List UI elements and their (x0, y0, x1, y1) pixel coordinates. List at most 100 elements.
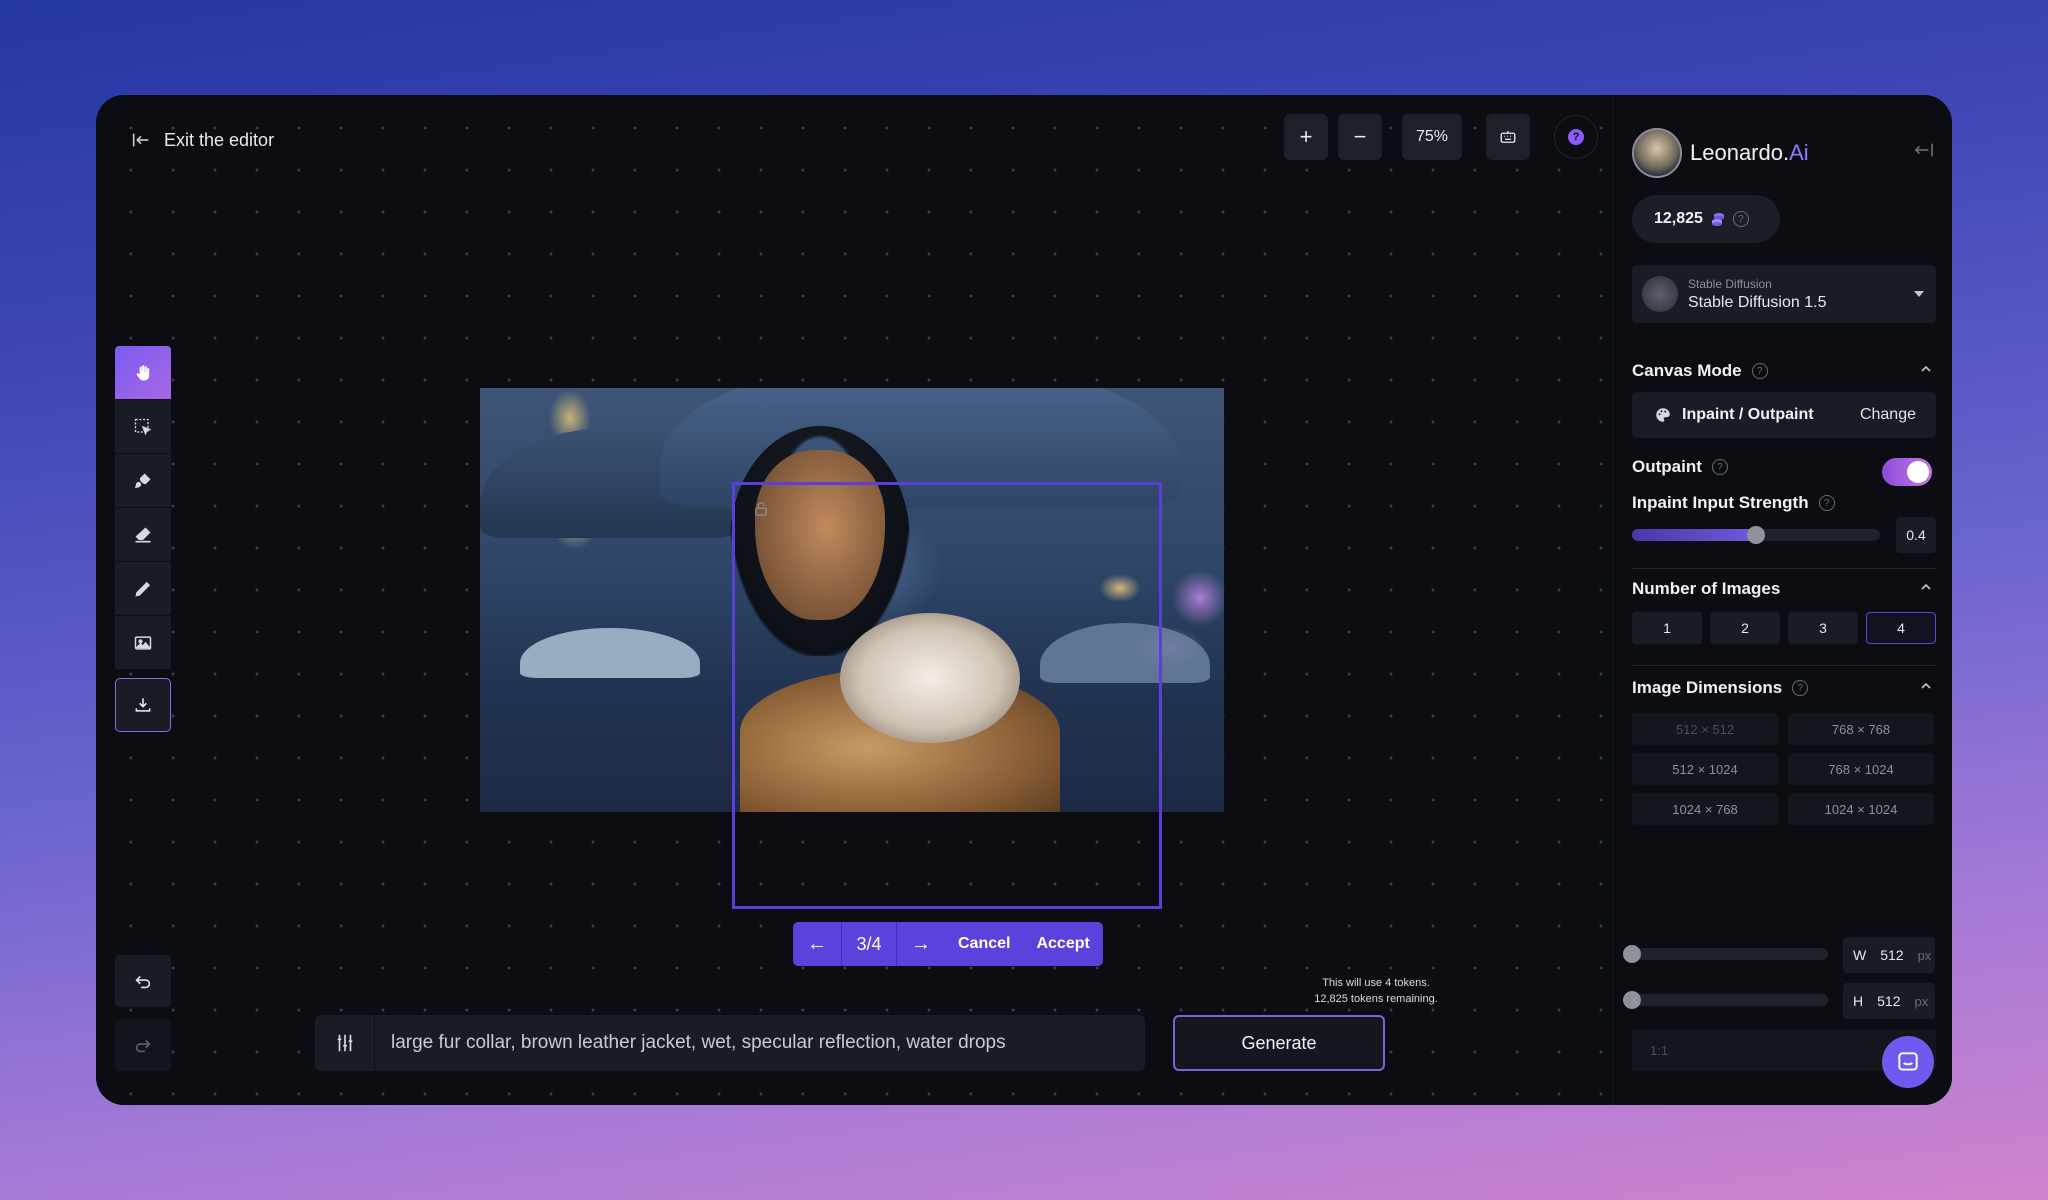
settings-sidebar: Leonardo.Ai 12,825 ? Stable Diffusion St… (1612, 95, 1952, 1105)
cancel-button[interactable]: Cancel (945, 935, 1023, 953)
outpaint-toggle[interactable] (1882, 458, 1932, 486)
height-unit: px (1914, 993, 1929, 1009)
arrow-left-icon: ← (807, 932, 827, 955)
redo-icon (135, 1039, 151, 1053)
eraser-icon (135, 527, 151, 542)
brand-name-suffix: Ai (1789, 140, 1809, 165)
num-images-option[interactable]: 3 (1788, 612, 1858, 644)
help-button[interactable]: ? (1554, 115, 1598, 159)
brand: Leonardo.Ai (1632, 128, 1809, 178)
num-images-heading: Number of Images (1632, 579, 1780, 599)
result-position: 3/4 (841, 922, 897, 966)
strength-help-icon[interactable]: ? (1818, 495, 1835, 511)
change-mode-button[interactable]: Change (1860, 406, 1916, 424)
generate-button[interactable]: Generate (1173, 1015, 1385, 1071)
dimensions-help-icon[interactable]: ? (1792, 680, 1809, 696)
download-tool-button[interactable] (115, 678, 171, 732)
redo-button[interactable] (115, 1019, 171, 1071)
token-balance[interactable]: 12,825 ? (1632, 195, 1780, 243)
hand-tool-button[interactable] (115, 346, 171, 400)
num-images-option[interactable]: 1 (1632, 612, 1702, 644)
pencil-tool-button[interactable] (115, 562, 171, 616)
chat-support-button[interactable] (1882, 1036, 1934, 1088)
prompt-input[interactable]: large fur collar, brown leather jacket, … (375, 1032, 1006, 1054)
dimension-preset[interactable]: 1024 × 1024 (1788, 793, 1934, 825)
arrow-right-icon: → (911, 932, 931, 955)
zoom-in-button[interactable]: + (1284, 114, 1328, 160)
lock-icon[interactable] (752, 500, 770, 518)
canvas-area[interactable]: Exit the editor + − 75% ? ← 3/4 → Cancel… (96, 95, 1612, 1105)
canvas-image[interactable] (480, 388, 1224, 812)
tool-palette (115, 346, 171, 732)
zoom-out-button[interactable]: − (1338, 114, 1382, 160)
download-icon (135, 698, 151, 712)
canvas-mode-box: Inpaint / Outpaint Change (1632, 392, 1936, 438)
dimension-preset[interactable]: 512 × 1024 (1632, 753, 1778, 785)
outpaint-label: Outpaint (1632, 457, 1702, 476)
num-images-options: 1 2 3 4 (1632, 612, 1936, 644)
exit-editor-link[interactable]: Exit the editor (130, 129, 274, 151)
selection-icon (134, 418, 152, 435)
chat-icon (1898, 1052, 1918, 1071)
model-avatar-icon (1642, 276, 1678, 312)
chevron-up-icon[interactable] (1920, 363, 1932, 375)
canvas-mode-help-icon[interactable]: ? (1751, 363, 1768, 379)
outpaint-heading: Outpaint? (1632, 457, 1728, 477)
width-field[interactable]: W 512 px (1843, 937, 1935, 973)
model-selector[interactable]: Stable Diffusion Stable Diffusion 1.5 (1632, 265, 1936, 323)
toggle-knob (1907, 461, 1929, 483)
height-value: 512 (1877, 993, 1901, 1009)
select-tool-button[interactable] (115, 400, 171, 454)
dimension-preset[interactable]: 1024 × 768 (1632, 793, 1778, 825)
keyboard-shortcuts-button[interactable] (1486, 114, 1530, 160)
fur-collar (840, 613, 1020, 743)
chevron-up-icon[interactable] (1920, 581, 1932, 593)
palette-icon (1656, 408, 1670, 422)
eraser-tool-button[interactable] (115, 508, 171, 562)
previous-result-button[interactable]: ← (793, 922, 841, 966)
strength-slider[interactable] (1632, 526, 1880, 544)
strength-label: Inpaint Input Strength (1632, 493, 1809, 512)
width-slider-thumb[interactable] (1623, 945, 1641, 963)
zoom-level: 75% (1415, 128, 1449, 145)
brush-tool-button[interactable] (115, 454, 171, 508)
avatar[interactable] (1632, 128, 1682, 178)
dimension-preset[interactable]: 768 × 768 (1788, 713, 1934, 745)
width-slider[interactable] (1623, 945, 1828, 963)
image-tool-button[interactable] (115, 616, 171, 670)
strength-slider-thumb[interactable] (1747, 526, 1765, 544)
height-field[interactable]: H 512 px (1843, 983, 1935, 1019)
undo-button[interactable] (115, 955, 171, 1007)
height-slider-thumb[interactable] (1623, 991, 1641, 1009)
canvas-mode-title: Canvas Mode (1632, 361, 1742, 380)
exit-arrow-icon (132, 133, 149, 147)
height-slider[interactable] (1623, 991, 1828, 1009)
canvas-toolbar: + − 75% ? (1284, 114, 1598, 160)
num-images-option[interactable]: 2 (1710, 612, 1780, 644)
dimensions-heading: Image Dimensions? (1632, 678, 1809, 698)
caret-down-icon (1914, 291, 1924, 297)
width-value: 512 (1880, 947, 1904, 963)
strength-value[interactable]: 0.4 (1896, 517, 1936, 553)
strength-slider-fill (1632, 529, 1756, 541)
num-images-option-selected[interactable]: 4 (1866, 612, 1936, 644)
accept-button[interactable]: Accept (1023, 935, 1102, 953)
strength-heading: Inpaint Input Strength? (1632, 493, 1835, 513)
zoom-level-display[interactable]: 75% (1402, 114, 1462, 160)
token-help-icon[interactable]: ? (1732, 211, 1749, 227)
dimension-preset[interactable]: 512 × 512 (1632, 713, 1778, 745)
plus-icon: + (1299, 124, 1313, 149)
next-result-button[interactable]: → (897, 922, 945, 966)
prompt-settings-button[interactable] (315, 1015, 375, 1071)
coins-icon (1711, 213, 1724, 226)
collapse-sidebar-icon[interactable] (1912, 141, 1934, 159)
dimension-preset[interactable]: 768 × 1024 (1788, 753, 1934, 785)
outpaint-help-icon[interactable]: ? (1711, 459, 1728, 475)
face (755, 450, 885, 620)
result-pager: ← 3/4 → Cancel Accept (793, 922, 1103, 966)
brush-icon (134, 473, 151, 488)
token-cost-line: This will use 4 tokens. (1322, 977, 1430, 989)
dimension-presets: 512 × 512 768 × 768 512 × 1024 768 × 102… (1632, 713, 1934, 825)
chevron-up-icon[interactable] (1920, 680, 1932, 692)
exit-label: Exit the editor (164, 129, 275, 150)
